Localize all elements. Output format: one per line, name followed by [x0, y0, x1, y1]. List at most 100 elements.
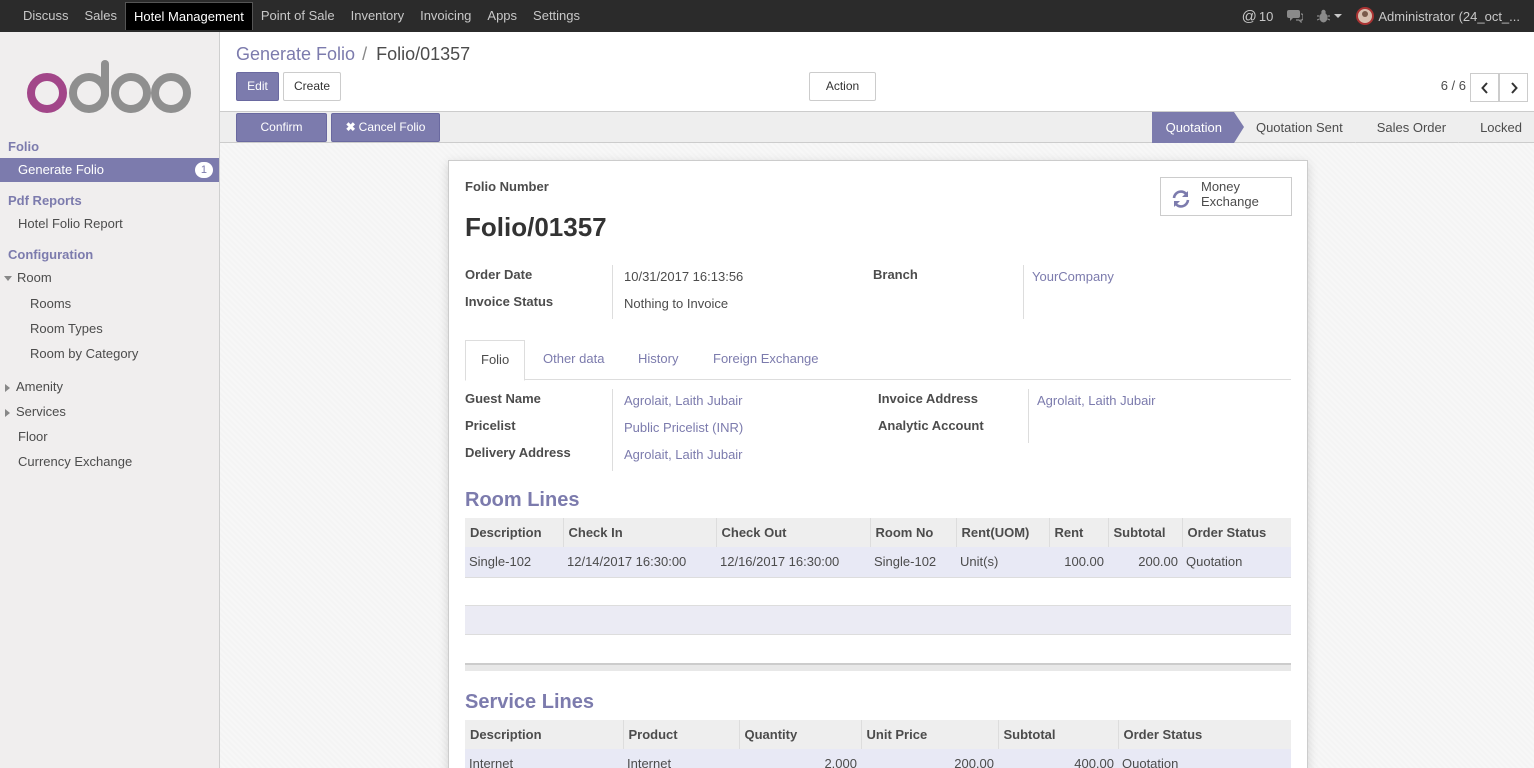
money-exchange-button[interactable]: Money Exchange [1160, 177, 1292, 216]
table-cell: Quotation [1118, 749, 1291, 768]
pricelist-label: Pricelist [465, 418, 516, 433]
table-cell: 12/14/2017 16:30:00 [563, 547, 716, 578]
tab-folio[interactable]: Folio [465, 340, 526, 381]
menu-hotel-management[interactable]: Hotel Management [125, 2, 253, 30]
column-header[interactable]: Product [622, 720, 739, 749]
action-label: Action [825, 79, 860, 93]
sidebar-section-configuration: Configuration [8, 247, 94, 262]
debug-menu[interactable] [1317, 9, 1343, 23]
step-label: Sales Order [1376, 120, 1447, 135]
menu-apps[interactable]: Apps [479, 0, 525, 32]
menu-inventory[interactable]: Inventory [343, 0, 412, 32]
tab-foreign-exchange[interactable]: Foreign Exchange [698, 340, 834, 380]
pager-next-button[interactable] [1499, 73, 1528, 102]
table-cell: Quotation [1182, 547, 1291, 578]
user-menu[interactable]: Administrator (24_oct_... [1356, 7, 1520, 25]
top-navbar: Discuss Sales Hotel Management Point of … [0, 0, 1534, 32]
sidebar-item-generate-folio[interactable]: Generate Folio 1 [0, 158, 219, 182]
sidebar-item-currency-exchange[interactable]: Currency Exchange [0, 450, 219, 474]
order-date-value[interactable]: 10/31/2017 16:13:56 [624, 269, 743, 284]
column-header[interactable]: Unit Price [860, 720, 998, 749]
sidebar-item-floor[interactable]: Floor [0, 425, 219, 449]
invoice-status-label: Invoice Status [465, 294, 554, 309]
control-panel: Generate Folio / Folio/01357 Edit Create… [220, 32, 1534, 116]
step-arrow [1458, 112, 1469, 143]
column-header[interactable]: Rent [1048, 518, 1108, 547]
action-dropdown[interactable]: Action [809, 72, 876, 116]
column-header[interactable]: Subtotal [997, 720, 1118, 749]
folio-number-title: Folio/01357 [465, 212, 607, 242]
chevron-left-icon [1480, 81, 1488, 94]
status-step-quotation-sent: Quotation Sent [1234, 112, 1365, 143]
column-header[interactable]: Order Status [1117, 720, 1291, 749]
field-separator [612, 389, 613, 471]
sidebar-section-pdf-reports: Pdf Reports [8, 193, 82, 208]
form-sheet: Folio Number Folio/01357 Money Exchange … [448, 160, 1308, 768]
column-header[interactable]: Room No [869, 518, 956, 547]
column-header[interactable]: Rent(UOM) [955, 518, 1049, 547]
field-separator [1023, 265, 1024, 319]
invoice-address-value[interactable]: Agrolait, Laith Jubair [1037, 393, 1156, 408]
pager-previous-button[interactable] [1470, 73, 1499, 102]
mentions-count: 10 [1258, 8, 1274, 24]
breadcrumb-parent[interactable]: Generate Folio [236, 44, 355, 64]
column-header[interactable]: Check In [562, 518, 716, 547]
guest-name-label: Guest Name [465, 391, 541, 406]
sidebar-item-hotel-folio-report[interactable]: Hotel Folio Report [0, 212, 219, 236]
status-steps: Quotation Quotation Sent Sales Order Loc… [1151, 112, 1534, 143]
column-header[interactable]: Check Out [715, 518, 870, 547]
column-header[interactable]: Description [465, 720, 623, 749]
smart-button-line1: Money [1201, 179, 1241, 194]
room-lines-title: Room Lines [465, 489, 580, 511]
sidebar-item-amenity[interactable]: Amenity [0, 375, 219, 399]
branch-value[interactable]: YourCompany [1032, 269, 1114, 284]
tab-history[interactable]: History [623, 340, 693, 380]
delivery-address-value[interactable]: Agrolait, Laith Jubair [624, 447, 743, 462]
table-cell: 400.00 [998, 749, 1118, 768]
chevron-right-icon [1510, 81, 1518, 94]
column-header[interactable]: Order Status [1181, 518, 1291, 547]
menu-invoicing[interactable]: Invoicing [412, 0, 479, 32]
menu-discuss[interactable]: Discuss [15, 0, 77, 32]
pager-value[interactable]: 6 / 6 [1441, 78, 1466, 93]
cancel-folio-button[interactable]: ✖ Cancel Folio [331, 113, 440, 142]
sidebar-item-label: Amenity [16, 379, 63, 394]
caret-right-icon [5, 408, 10, 417]
table-cell: Single-102 [465, 547, 563, 578]
mentions-indicator[interactable]: @ 10 [1242, 8, 1274, 25]
app-menu: Discuss Sales Hotel Management Point of … [15, 0, 588, 32]
caret-down-icon [4, 276, 12, 282]
breadcrumb: Generate Folio / Folio/01357 [236, 44, 470, 65]
edit-button[interactable]: Edit [236, 72, 279, 101]
table-row[interactable]: Internet Internet 2.000 200.00 400.00 Qu… [465, 749, 1291, 768]
menu-point-of-sale[interactable]: Point of Sale [253, 0, 343, 32]
menu-sales[interactable]: Sales [77, 0, 126, 32]
column-header[interactable]: Quantity [738, 720, 861, 749]
sidebar-item-room-types[interactable]: Room Types [0, 317, 219, 341]
confirm-sale-button[interactable]: Confirm Sale [236, 113, 327, 161]
invoice-status-value: Nothing to Invoice [624, 296, 729, 311]
invoice-address-label: Invoice Address [878, 391, 978, 406]
breadcrumb-separator: / [362, 44, 368, 64]
sidebar-item-room-by-category[interactable]: Room by Category [0, 342, 219, 366]
step-label: Locked [1480, 120, 1522, 135]
create-button[interactable]: Create [283, 72, 341, 101]
chevron-down-icon [1334, 14, 1343, 18]
table-cell: Internet [465, 749, 623, 768]
sidebar-item-rooms[interactable]: Rooms [0, 292, 219, 316]
sidebar-item-room[interactable]: Room [0, 266, 219, 290]
table-header-row: Description Check In Check Out Room No R… [465, 518, 1291, 547]
menu-settings[interactable]: Settings [525, 0, 588, 32]
pricelist-value[interactable]: Public Pricelist (INR) [624, 420, 743, 435]
guest-name-value[interactable]: Agrolait, Laith Jubair [624, 393, 743, 408]
order-date-label: Order Date [465, 267, 533, 282]
branch-label: Branch [873, 267, 918, 282]
sidebar-item-services[interactable]: Services [0, 400, 219, 424]
odoo-logo [27, 60, 191, 113]
column-header[interactable]: Description [465, 518, 563, 547]
tab-other-data[interactable]: Other data [528, 340, 619, 380]
chat-icon[interactable] [1287, 9, 1304, 23]
table-cell: 2.000 [739, 749, 861, 768]
table-row[interactable]: Single-102 12/14/2017 16:30:00 12/16/201… [465, 547, 1291, 578]
column-header[interactable]: Subtotal [1107, 518, 1182, 547]
